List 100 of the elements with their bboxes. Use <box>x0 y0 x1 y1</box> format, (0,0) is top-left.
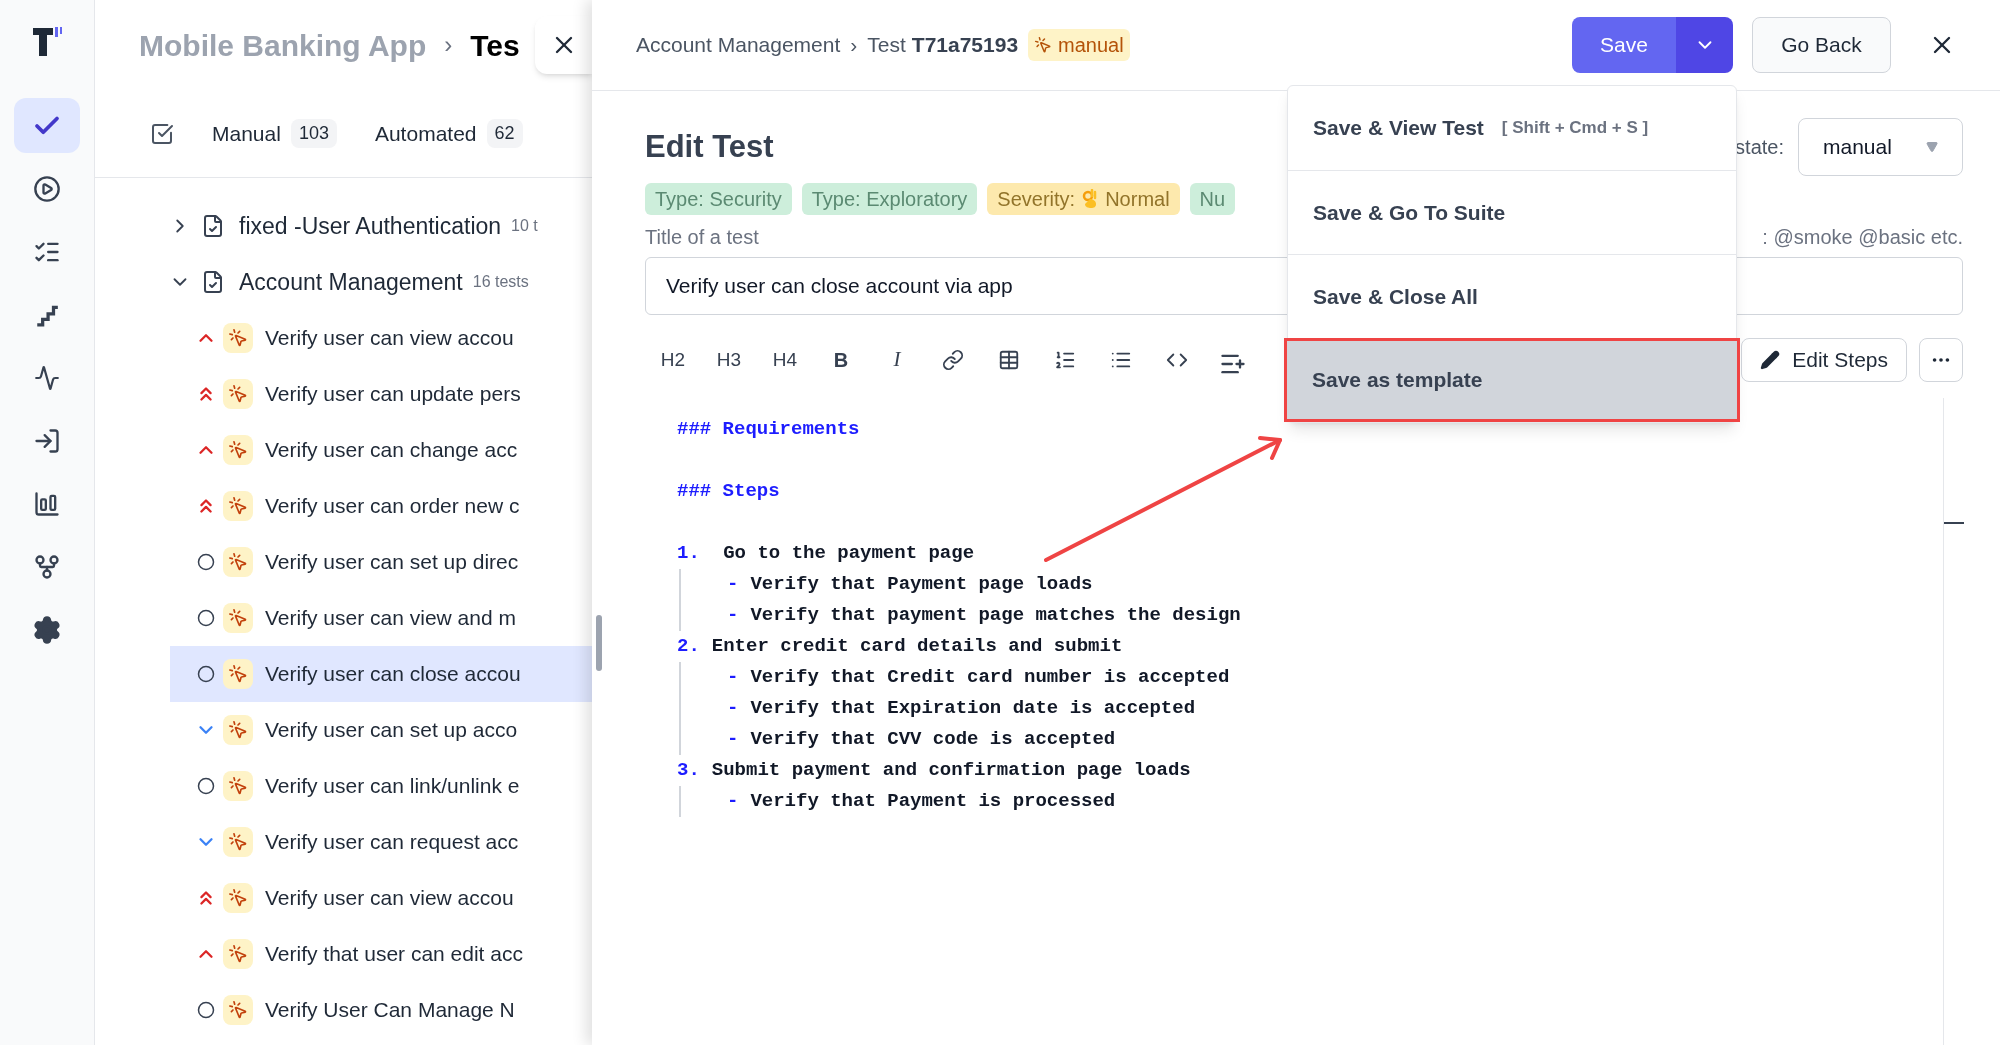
test-row[interactable]: Verify user can view and m <box>170 590 592 646</box>
heading-tool[interactable]: H3 <box>701 338 757 382</box>
shortcut-hint: [ Shift + Cmd + S ] <box>1501 117 1649 140</box>
manual-cursor-icon <box>223 379 253 409</box>
step-text: Submit payment and confirmation page loads <box>711 758 1191 783</box>
test-row[interactable]: Verify user can set up direc <box>170 534 592 590</box>
bullet-marker: - <box>727 696 739 721</box>
bullet-marker: - <box>727 603 739 628</box>
fork-icon <box>33 552 61 581</box>
tag: Nu <box>1189 183 1236 215</box>
step-text: Enter credit card details and submit <box>711 634 1123 659</box>
numbered-list-icon <box>1054 349 1076 371</box>
test-row[interactable]: Verify user can change acc <box>170 422 592 478</box>
test-title: Verify user can set up direc <box>265 549 519 576</box>
test-row[interactable]: Verify user can link/unlink e <box>170 758 592 814</box>
close-button[interactable] <box>535 16 593 74</box>
title-label: Title of a test <box>645 225 759 250</box>
manual-cursor-icon <box>223 771 253 801</box>
test-row[interactable]: Verify that user can edit acc <box>170 926 592 982</box>
step-text: Go to the payment page <box>722 541 975 566</box>
select-all-icon[interactable] <box>150 121 174 146</box>
edit-steps-button[interactable]: Edit Steps <box>1741 338 1907 382</box>
check-text: Verify that CVV code is accepted <box>750 727 1116 752</box>
play-icon <box>33 174 61 203</box>
test-title: Verify User Can Manage N <box>265 997 515 1024</box>
test-row[interactable]: Verify user can request acc <box>170 814 592 870</box>
suite-row[interactable]: Account Management 16 tests <box>95 254 592 310</box>
filter-tab[interactable]: Manual 103 <box>212 117 337 150</box>
menu-item[interactable]: Save as template <box>1284 338 1740 422</box>
test-title: Verify user can change acc <box>265 437 518 464</box>
tag: Severity: Normal <box>987 183 1180 215</box>
resize-handle[interactable] <box>596 615 602 671</box>
italic-tool[interactable]: I <box>869 338 925 382</box>
suite-file-icon <box>201 214 225 238</box>
state-select[interactable]: manual <box>1798 118 1963 176</box>
heading-tool[interactable]: H4 <box>757 338 813 382</box>
test-title: Verify user can view accou <box>265 885 514 912</box>
test-row[interactable]: Verify user can update pers <box>170 366 592 422</box>
state-label: state: <box>1735 135 1784 160</box>
rail-nav-item[interactable] <box>14 98 80 153</box>
link-icon <box>942 349 964 371</box>
menu-item[interactable]: Save & View Test [ Shift + Cmd + S ] <box>1288 86 1736 170</box>
manual-cursor-icon <box>223 827 253 857</box>
step-number: 2. <box>677 634 700 659</box>
manual-cursor-icon <box>223 323 253 353</box>
tab-count: 62 <box>486 119 523 148</box>
priority-circle-icon <box>195 551 217 573</box>
breadcrumb-separator: › <box>850 32 858 59</box>
page-title: Tes <box>470 27 520 64</box>
test-prefix: Test <box>867 32 906 59</box>
test-row[interactable]: Verify user can order new c <box>170 478 592 534</box>
test-row[interactable]: Verify user can view accou <box>170 870 592 926</box>
save-options-button[interactable] <box>1676 17 1733 73</box>
menu-item[interactable]: Save & Go To Suite <box>1288 170 1736 254</box>
suite-test-count: 10 t <box>511 216 538 236</box>
manual-cursor-icon <box>223 659 253 689</box>
tags-hint: : @smoke @basic etc. <box>1762 225 1963 250</box>
test-title: Verify user can view accou <box>265 325 514 352</box>
test-row[interactable]: Verify User Can Manage N <box>170 982 592 1038</box>
pencil-icon <box>1760 350 1781 370</box>
markdown-heading: ### Requirements <box>677 417 861 442</box>
save-button[interactable]: Save <box>1572 17 1676 73</box>
scroll-marker <box>1944 522 1964 524</box>
chart-icon <box>33 489 61 518</box>
bullet-marker: - <box>727 572 739 597</box>
manual-cursor-icon <box>223 603 253 633</box>
bullet-marker: - <box>727 665 739 690</box>
more-icon <box>1932 357 1950 363</box>
test-row[interactable]: Verify user can close accou <box>170 646 592 702</box>
test-title: Verify user can request acc <box>265 829 519 856</box>
pulse-icon <box>34 364 60 391</box>
tag: Type: Security <box>645 183 792 215</box>
bullet-marker: - <box>727 727 739 752</box>
suite-link[interactable]: Account Management <box>636 29 841 61</box>
manual-cursor-icon <box>223 547 253 577</box>
filter-tab[interactable]: Automated 62 <box>374 117 523 150</box>
check-text: Verify that payment page matches the design <box>750 603 1241 628</box>
priority-circle-icon <box>195 775 217 797</box>
test-id: T71a75193 <box>911 32 1019 59</box>
test-title: Verify user can link/unlink e <box>265 773 520 800</box>
suite-file-icon <box>201 270 225 294</box>
suite-name: fixed -User Authentication <box>239 211 502 241</box>
breadcrumb-separator: › <box>444 30 453 60</box>
suite-row[interactable]: fixed -User Authentication 10 t <box>95 198 592 254</box>
step-number: 1. <box>677 541 700 566</box>
priority-circle-icon <box>195 663 217 685</box>
step-number: 3. <box>677 758 700 783</box>
test-row[interactable]: Verify user can set up acco <box>170 702 592 758</box>
heading-tool[interactable]: H2 <box>645 338 701 382</box>
check-text: Verify that Expiration date is accepted <box>750 696 1196 721</box>
check-text: Verify that Payment page loads <box>750 572 1093 597</box>
test-title: Verify user can update pers <box>265 381 521 408</box>
manual-badge: manual <box>1028 29 1130 61</box>
check-text: Verify that Payment is processed <box>750 789 1116 814</box>
test-row[interactable]: Verify user can view accou <box>170 310 592 366</box>
tab-count: 103 <box>290 119 337 148</box>
go-back-button[interactable]: Go Back <box>1752 17 1891 73</box>
bold-tool[interactable]: B <box>813 338 869 382</box>
logo-icon <box>31 24 63 58</box>
dropdown-triangle-icon <box>1926 141 1938 153</box>
